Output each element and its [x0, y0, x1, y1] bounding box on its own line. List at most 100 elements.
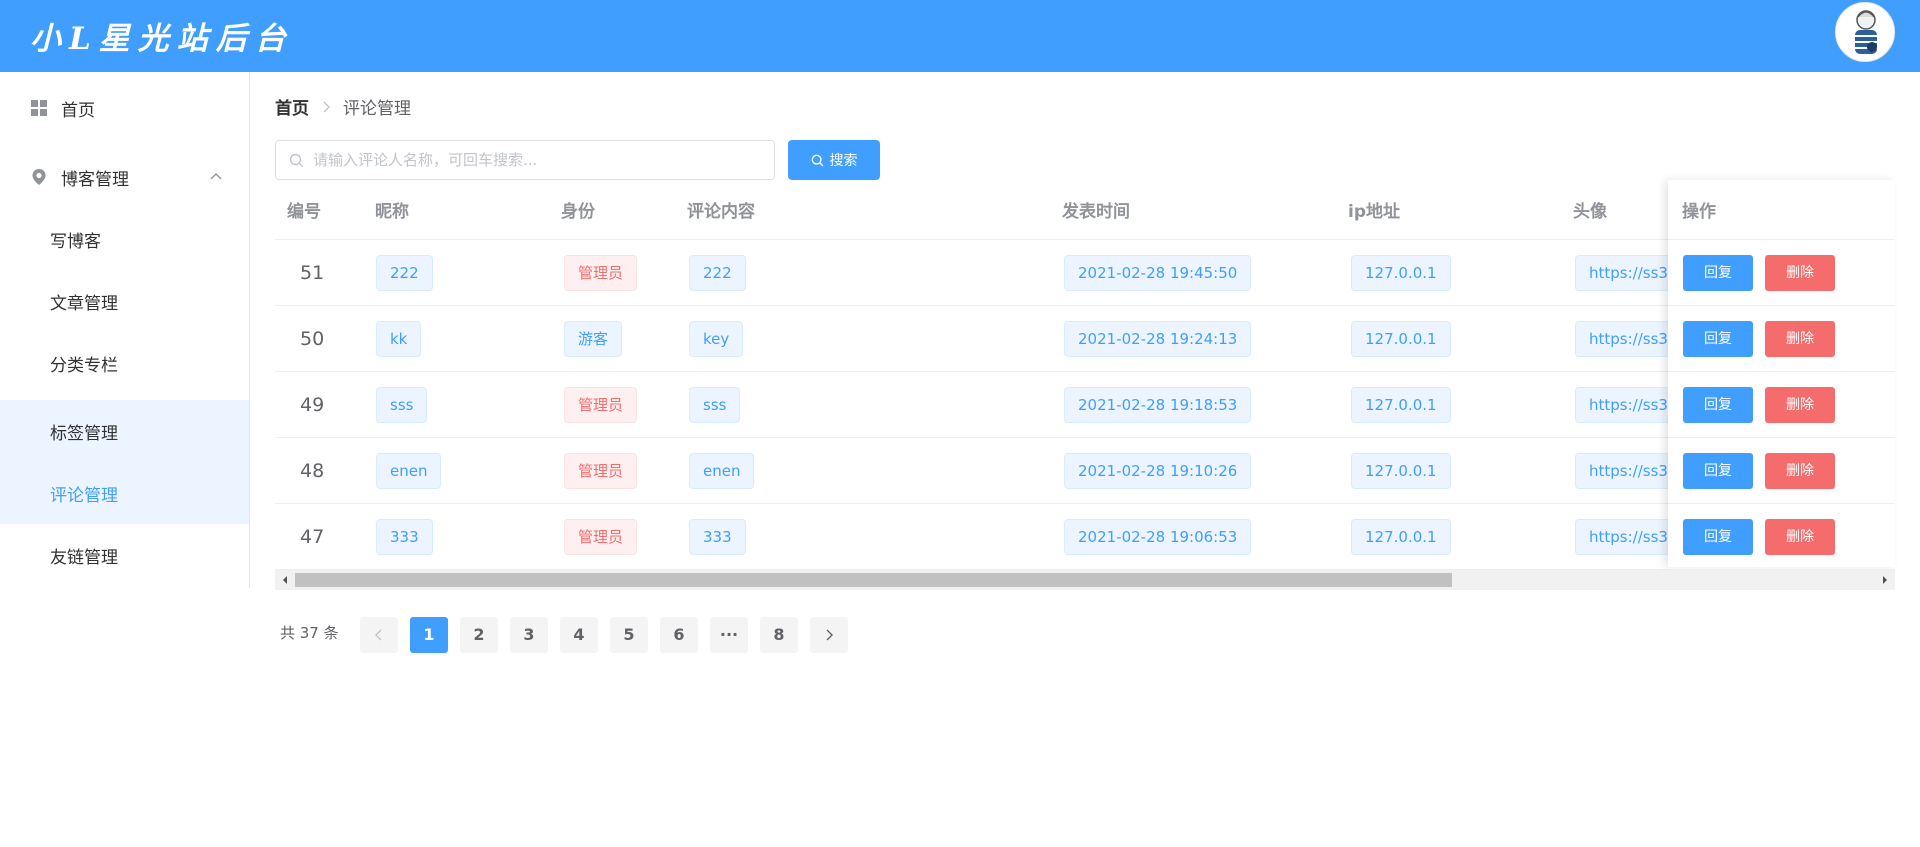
cell-nickname-tag: sss	[376, 387, 428, 423]
cell-ip-tag: 127.0.0.1	[1351, 387, 1451, 423]
scroll-left-arrow-icon[interactable]	[281, 576, 289, 584]
reply-button[interactable]: 回复	[1683, 453, 1753, 489]
cell-role-tag: 游客	[564, 321, 623, 357]
grid-icon	[31, 100, 47, 116]
cell-nickname-tag: 222	[376, 255, 433, 291]
table-row: 47 333 管理员 333 2021-02-28 19:06:53 127.0…	[275, 504, 1895, 570]
delete-button[interactable]: 删除	[1765, 453, 1835, 489]
sidebar-item-label: 写博客	[50, 231, 101, 252]
cell-role-tag: 管理员	[564, 519, 638, 555]
chevron-right-icon	[826, 629, 833, 641]
delete-button[interactable]: 删除	[1765, 255, 1835, 291]
chevron-left-icon	[375, 629, 382, 641]
search-input[interactable]	[313, 141, 768, 179]
breadcrumb: 首页 评论管理	[275, 94, 411, 119]
actions-row: 回复 删除	[1668, 504, 1895, 570]
scrollbar-thumb[interactable]	[295, 573, 1452, 587]
sidebar-item-categories[interactable]: 分类专栏	[0, 332, 249, 394]
search-button[interactable]: 搜索	[788, 140, 880, 180]
column-header-ip: ip地址	[1348, 202, 1400, 222]
cell-ip-tag: 127.0.0.1	[1351, 519, 1451, 555]
prev-page-button[interactable]	[360, 617, 398, 653]
delete-button[interactable]: 删除	[1765, 321, 1835, 357]
user-avatar[interactable]	[1835, 2, 1895, 62]
page-ellipsis-button[interactable]: ···	[710, 617, 748, 653]
cell-id: 49	[300, 394, 325, 416]
sidebar-item-label: 评论管理	[50, 485, 118, 506]
search-button-label: 搜索	[829, 153, 858, 169]
next-page-button[interactable]	[810, 617, 848, 653]
sidebar-item-articles[interactable]: 文章管理	[0, 270, 249, 332]
sidebar-item-label: 分类专栏	[50, 355, 118, 376]
location-pin-icon	[32, 169, 46, 185]
scroll-right-arrow-icon[interactable]	[1881, 576, 1889, 584]
sidebar-group-blog[interactable]: 博客管理	[0, 146, 249, 208]
table-horizontal-scrollbar[interactable]	[275, 570, 1895, 590]
sidebar: 首页 博客管理 写博客 文章管理 分类专栏 标签管理 评论管理 友链管理	[0, 72, 250, 588]
cell-content-tag: 222	[689, 255, 746, 291]
chevron-right-icon	[323, 101, 330, 112]
search-icon	[811, 154, 823, 166]
cell-id: 47	[300, 526, 325, 548]
actions-row: 回复 删除	[1668, 372, 1895, 438]
sidebar-item-label: 文章管理	[50, 293, 118, 314]
page-5-button[interactable]: 5	[610, 617, 648, 653]
column-header-content: 评论内容	[687, 202, 755, 222]
search-icon	[289, 153, 304, 168]
reply-button[interactable]: 回复	[1683, 519, 1753, 555]
delete-button[interactable]: 删除	[1765, 387, 1835, 423]
table-row: 51 222 管理员 222 2021-02-28 19:45:50 127.0…	[275, 240, 1895, 306]
column-header-role: 身份	[561, 202, 595, 222]
pagination-total: 共 37 条	[280, 624, 339, 642]
breadcrumb-home[interactable]: 首页	[275, 94, 309, 119]
cell-time-tag: 2021-02-28 19:10:26	[1064, 453, 1252, 489]
sidebar-group-label: 博客管理	[61, 169, 129, 190]
chevron-up-icon	[210, 173, 222, 180]
page-6-button[interactable]: 6	[660, 617, 698, 653]
page-3-button[interactable]: 3	[510, 617, 548, 653]
cell-id: 48	[300, 460, 325, 482]
page-8-button[interactable]: 8	[760, 617, 798, 653]
page-4-button[interactable]: 4	[560, 617, 598, 653]
sidebar-item-links[interactable]: 友链管理	[0, 524, 249, 586]
sidebar-item-comments[interactable]: 评论管理	[0, 462, 249, 524]
reply-button[interactable]: 回复	[1683, 387, 1753, 423]
comments-table: 编号 昵称 身份 评论内容 发表时间 ip地址 头像 51 222 管理员 22…	[275, 185, 1895, 590]
cell-role-tag: 管理员	[564, 387, 638, 423]
breadcrumb-current: 评论管理	[343, 99, 411, 119]
actions-row: 回复 删除	[1668, 306, 1895, 372]
cell-content-tag: 333	[689, 519, 746, 555]
page-1-button[interactable]: 1	[410, 617, 448, 653]
table-row: 48 enen 管理员 enen 2021-02-28 19:10:26 127…	[275, 438, 1895, 504]
cell-time-tag: 2021-02-28 19:06:53	[1064, 519, 1252, 555]
column-header-time: 发表时间	[1062, 202, 1130, 222]
sidebar-item-home[interactable]: 首页	[0, 77, 249, 139]
cell-time-tag: 2021-02-28 19:24:13	[1064, 321, 1252, 357]
search-field	[275, 140, 775, 180]
sidebar-item-write-blog[interactable]: 写博客	[0, 208, 249, 270]
sidebar-item-tags[interactable]: 标签管理	[0, 400, 249, 462]
page-2-button[interactable]: 2	[460, 617, 498, 653]
column-header-id: 编号	[287, 202, 321, 222]
cell-content-tag: key	[689, 321, 744, 357]
top-header: 小L星光站后台	[0, 0, 1920, 72]
actions-row: 回复 删除	[1668, 240, 1895, 306]
column-header-nickname: 昵称	[375, 202, 409, 222]
reply-button[interactable]: 回复	[1683, 321, 1753, 357]
table-row: 50 kk 游客 key 2021-02-28 19:24:13 127.0.0…	[275, 306, 1895, 372]
column-header-avatar: 头像	[1573, 202, 1607, 222]
table-fixed-actions-column: 操作 回复 删除 回复 删除 回复 删除 回复 删除 回复 删除	[1668, 180, 1895, 570]
reply-button[interactable]: 回复	[1683, 255, 1753, 291]
cell-time-tag: 2021-02-28 19:45:50	[1064, 255, 1252, 291]
sidebar-item-label: 标签管理	[50, 423, 118, 444]
cell-nickname-tag: 333	[376, 519, 433, 555]
cell-id: 50	[300, 328, 325, 350]
column-header-actions: 操作	[1682, 202, 1716, 222]
sidebar-item-label: 友链管理	[50, 547, 118, 568]
cell-nickname-tag: kk	[376, 321, 422, 357]
delete-button[interactable]: 删除	[1765, 519, 1835, 555]
cell-ip-tag: 127.0.0.1	[1351, 255, 1451, 291]
cell-time-tag: 2021-02-28 19:18:53	[1064, 387, 1252, 423]
cell-content-tag: sss	[689, 387, 741, 423]
cell-content-tag: enen	[689, 453, 755, 489]
